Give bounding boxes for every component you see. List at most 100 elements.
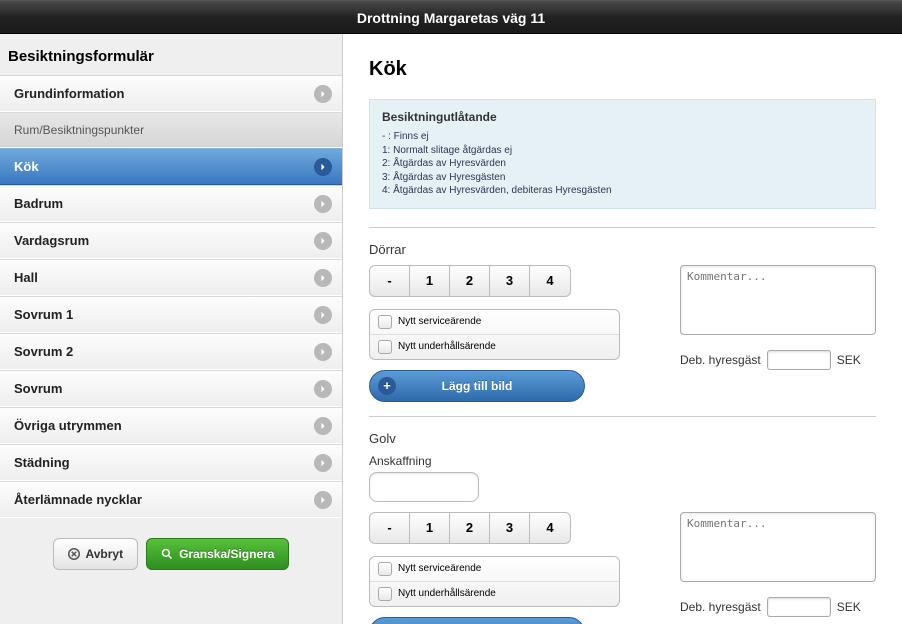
sidebar-actions: Avbryt Granska/Signera [0,518,342,590]
rating-option[interactable]: 3 [490,513,530,543]
section-title: Dörrar [369,242,876,257]
chevron-right-icon [314,491,332,509]
comment-input[interactable] [680,265,876,335]
sidebar-item-2[interactable]: Kök [0,148,342,185]
rating-group: -1234 [369,265,571,297]
sidebar-item-4[interactable]: Vardagsrum [0,222,342,259]
sidebar-item-1: Rum/Besiktningspunkter [0,112,342,148]
debit-input[interactable] [767,597,831,617]
checkbox-label: Nytt underhållsärende [398,588,496,599]
sidebar-item-label: Städning [14,455,70,470]
sidebar-item-label: Sovrum [14,381,62,396]
sidebar: Besiktningsformulär Grundinformation Rum/… [0,34,343,624]
sidebar-item-label: Återlämnade nycklar [14,492,142,507]
anskaffning-input[interactable] [369,472,479,502]
currency-label: SEK [837,353,861,367]
review-sign-button[interactable]: Granska/Signera [146,538,289,570]
sidebar-item-label: Övriga utrymmen [14,418,122,433]
debit-label: Deb. hyresgäst [680,600,761,614]
sidebar-item-label: Badrum [14,196,63,211]
rating-option[interactable]: 4 [530,513,570,543]
chevron-right-icon [314,232,332,250]
inspection-section: Dörrar -1234 Nytt serviceärende Nytt underh… [369,242,876,402]
rating-option[interactable]: 1 [410,513,450,543]
verdict-line: - : Finns ej [382,130,863,144]
debit-input[interactable] [767,350,831,370]
checkbox-label: Nytt serviceärende [398,563,481,574]
sidebar-item-label: Hall [14,270,38,285]
header-title: Drottning Margaretas väg 11 [357,10,545,26]
room-title: Kök [369,58,876,81]
verdict-line: 4: Åtgärdas av Hyresvärden, debiteras Hy… [382,184,863,198]
sidebar-item-label: Sovrum 2 [14,344,73,359]
chevron-right-icon [314,195,332,213]
new-service-checkbox[interactable]: Nytt serviceärende [370,310,619,335]
sidebar-item-6[interactable]: Sovrum 1 [0,296,342,333]
checkbox-icon [378,315,392,329]
debit-label: Deb. hyresgäst [680,353,761,367]
divider [369,227,876,228]
rating-option[interactable]: 3 [490,266,530,296]
rating-option[interactable]: 1 [410,266,450,296]
main-content: Kök Besiktningutlåtande - : Finns ej1: N… [343,34,902,624]
divider [369,416,876,417]
rating-option[interactable]: 2 [450,266,490,296]
rating-group: -1234 [369,512,571,544]
verdict-line: 2: Åtgärdas av Hyresvärden [382,157,863,171]
debit-row: Deb. hyresgäst SEK [680,597,876,617]
sidebar-item-8[interactable]: Sovrum [0,370,342,407]
currency-label: SEK [837,600,861,614]
sidebar-nav: Grundinformation Rum/Besiktningspunkter Kö… [0,75,342,518]
sidebar-item-label: Grundinformation [14,86,125,101]
checkbox-icon [378,587,392,601]
cancel-button[interactable]: Avbryt [53,538,139,570]
chevron-right-icon [314,158,332,176]
sidebar-item-label: Rum/Besiktningspunkter [14,123,144,137]
app-header: Drottning Margaretas väg 11 [0,0,902,34]
verdict-line: 1: Normalt slitage åtgärdas ej [382,144,863,158]
sidebar-item-11[interactable]: Återlämnade nycklar [0,481,342,518]
errand-checklist: Nytt serviceärende Nytt underhållsärende [369,309,620,360]
verdict-line: 3: Åtgärdas av Hyresgästen [382,171,863,185]
sidebar-item-label: Kök [14,159,39,174]
anskaffning-label: Anskaffning [369,454,876,468]
sidebar-item-9[interactable]: Övriga utrymmen [0,407,342,444]
inspection-section: GolvAnskaffning-1234Nytt serviceärendeNy… [369,431,876,624]
sidebar-item-0[interactable]: Grundinformation [0,75,342,112]
search-icon [161,548,173,560]
checkbox-icon [378,562,392,576]
add-image-button[interactable]: +Lägg till bild [369,370,585,402]
add-image-label: Lägg till bild [442,379,513,393]
comment-input[interactable] [680,512,876,582]
cancel-label: Avbryt [86,547,124,561]
chevron-right-icon [314,85,332,103]
checkbox-icon [378,340,392,354]
sidebar-item-7[interactable]: Sovrum 2 [0,333,342,370]
add-image-button[interactable]: +Lägg till bild [369,617,585,624]
rating-option[interactable]: 4 [530,266,570,296]
review-sign-label: Granska/Signera [179,547,274,561]
chevron-right-icon [314,269,332,287]
errand-checklist: Nytt serviceärende Nytt underhållsärende [369,556,620,607]
chevron-right-icon [314,380,332,398]
rating-option[interactable]: - [370,513,410,543]
verdict-box: Besiktningutlåtande - : Finns ej1: Norma… [369,99,876,209]
chevron-right-icon [314,306,332,324]
new-maintenance-checkbox[interactable]: Nytt underhållsärende [370,335,619,359]
sidebar-item-3[interactable]: Badrum [0,185,342,222]
verdict-heading: Besiktningutlåtande [382,110,863,124]
section-title: Golv [369,431,876,446]
sidebar-item-label: Vardagsrum [14,233,89,248]
cancel-icon [68,548,80,560]
rating-option[interactable]: 2 [450,513,490,543]
new-maintenance-checkbox[interactable]: Nytt underhållsärende [370,582,619,606]
new-service-checkbox[interactable]: Nytt serviceärende [370,557,619,582]
chevron-right-icon [314,417,332,435]
rating-option[interactable]: - [370,266,410,296]
sidebar-title: Besiktningsformulär [0,34,342,75]
checkbox-label: Nytt underhållsärende [398,341,496,352]
chevron-right-icon [314,343,332,361]
sidebar-item-10[interactable]: Städning [0,444,342,481]
sidebar-item-5[interactable]: Hall [0,259,342,296]
chevron-right-icon [314,454,332,472]
